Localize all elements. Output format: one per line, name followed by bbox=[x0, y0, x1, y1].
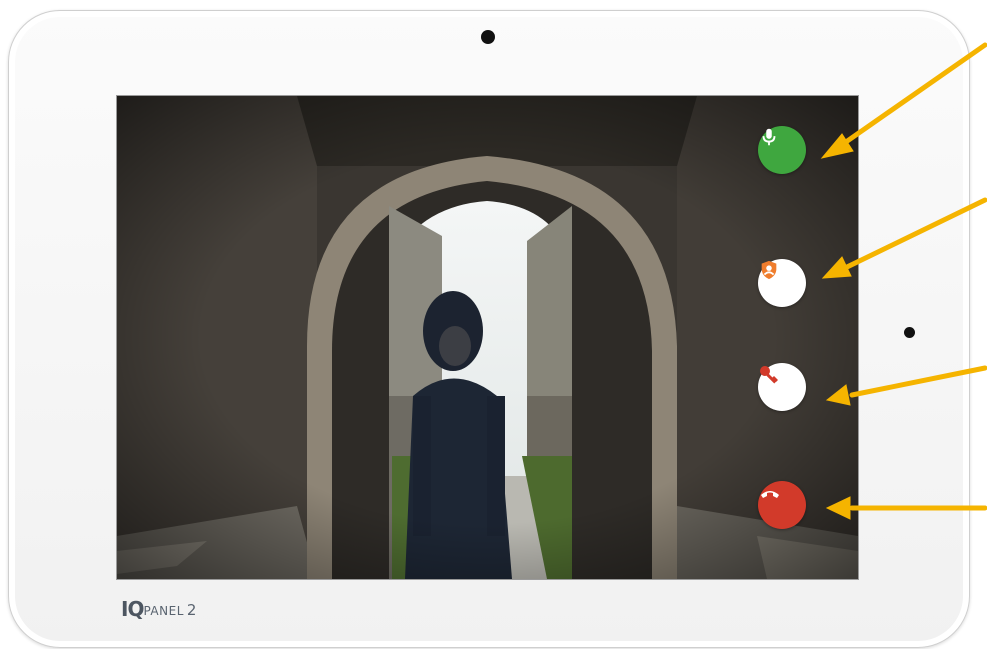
microphone-button[interactable] bbox=[758, 126, 806, 174]
doorbell-scene bbox=[117, 96, 858, 579]
shield-person-icon bbox=[761, 260, 777, 280]
ambient-sensor bbox=[904, 327, 915, 338]
front-camera bbox=[481, 30, 495, 44]
microphone-icon bbox=[762, 128, 776, 146]
privacy-mode-button[interactable] bbox=[758, 259, 806, 307]
key-icon bbox=[760, 366, 778, 384]
logo-name: PANEL bbox=[143, 603, 184, 618]
logo-model: 2 bbox=[186, 600, 197, 619]
doorbell-video-feed[interactable] bbox=[116, 95, 859, 580]
panel-logo: IQ PANEL 2 bbox=[121, 597, 196, 621]
phone-hangup-icon bbox=[761, 491, 779, 498]
logo-mark: IQ bbox=[121, 597, 144, 621]
unlock-door-button[interactable] bbox=[758, 363, 806, 411]
end-call-button[interactable] bbox=[758, 481, 806, 529]
